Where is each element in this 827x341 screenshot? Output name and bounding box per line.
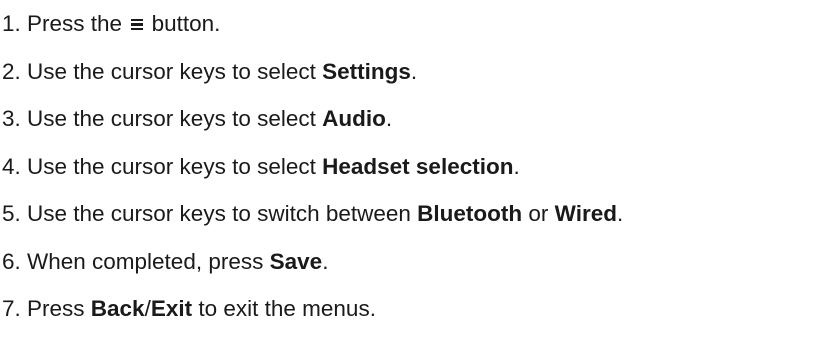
menu-term-exit: Exit (150, 296, 193, 321)
step-text-part: . (410, 58, 418, 84)
step-text-part: Press (27, 296, 91, 321)
step-text-part: Press the (27, 11, 123, 36)
step-text: Use the cursor keys to select Headset se… (24, 149, 520, 185)
step-text-part: button. (151, 11, 221, 36)
menu-term-bluetooth: Bluetooth (417, 201, 523, 226)
menu-icon (131, 19, 144, 30)
step-number: 7. (2, 296, 21, 321)
step-text: Use the cursor keys to switch between Bl… (24, 196, 623, 232)
step-text-part: Use the cursor keys to select (27, 153, 323, 179)
step-6: 6. When completed, press Save. (0, 244, 827, 292)
step-text-part: or (522, 201, 555, 226)
instruction-steps: 1. Press the button. 2. Use the cursor k… (0, 6, 827, 339)
step-text-part: Use the cursor keys to select (27, 106, 323, 131)
step-text: When completed, press Save. (24, 244, 328, 280)
menu-term-save: Save (269, 248, 323, 274)
step-text: Press the button. (24, 6, 220, 42)
step-number: 6. (2, 248, 21, 274)
step-text-part: . (616, 201, 624, 226)
step-number: 3. (2, 106, 21, 131)
menu-term-back: Back (90, 296, 145, 321)
step-3: 3. Use the cursor keys to select Audio. (0, 101, 827, 149)
step-text-part: to exit the menus. (192, 296, 376, 321)
menu-term-wired: Wired (554, 201, 617, 226)
step-text-part: . (322, 248, 329, 274)
step-text-part: Use the cursor keys to select (27, 58, 323, 84)
step-2: 2. Use the cursor keys to select Setting… (0, 54, 827, 102)
step-7: 7. Press Back/Exit to exit the menus. (0, 291, 827, 339)
step-1: 1. Press the button. (0, 6, 827, 54)
step-number: 4. (2, 153, 21, 179)
step-text: Use the cursor keys to select Settings. (24, 54, 417, 90)
step-number: 2. (2, 58, 21, 84)
menu-term-headset-selection: Headset selection (322, 153, 514, 179)
step-number: 5. (2, 201, 21, 226)
step-4: 4. Use the cursor keys to select Headset… (0, 149, 827, 197)
step-5: 5. Use the cursor keys to switch between… (0, 196, 827, 244)
step-text-part: When completed, press (27, 248, 270, 274)
step-number: 1. (2, 11, 21, 36)
menu-term-audio: Audio (322, 106, 386, 131)
menu-term-settings: Settings (322, 58, 411, 84)
step-text-part: . (513, 153, 520, 179)
step-text: Press Back/Exit to exit the menus. (24, 291, 376, 327)
step-text-part: Use the cursor keys to switch between (27, 201, 418, 226)
step-text-part: . (385, 106, 393, 131)
step-text: Use the cursor keys to select Audio. (24, 101, 392, 137)
